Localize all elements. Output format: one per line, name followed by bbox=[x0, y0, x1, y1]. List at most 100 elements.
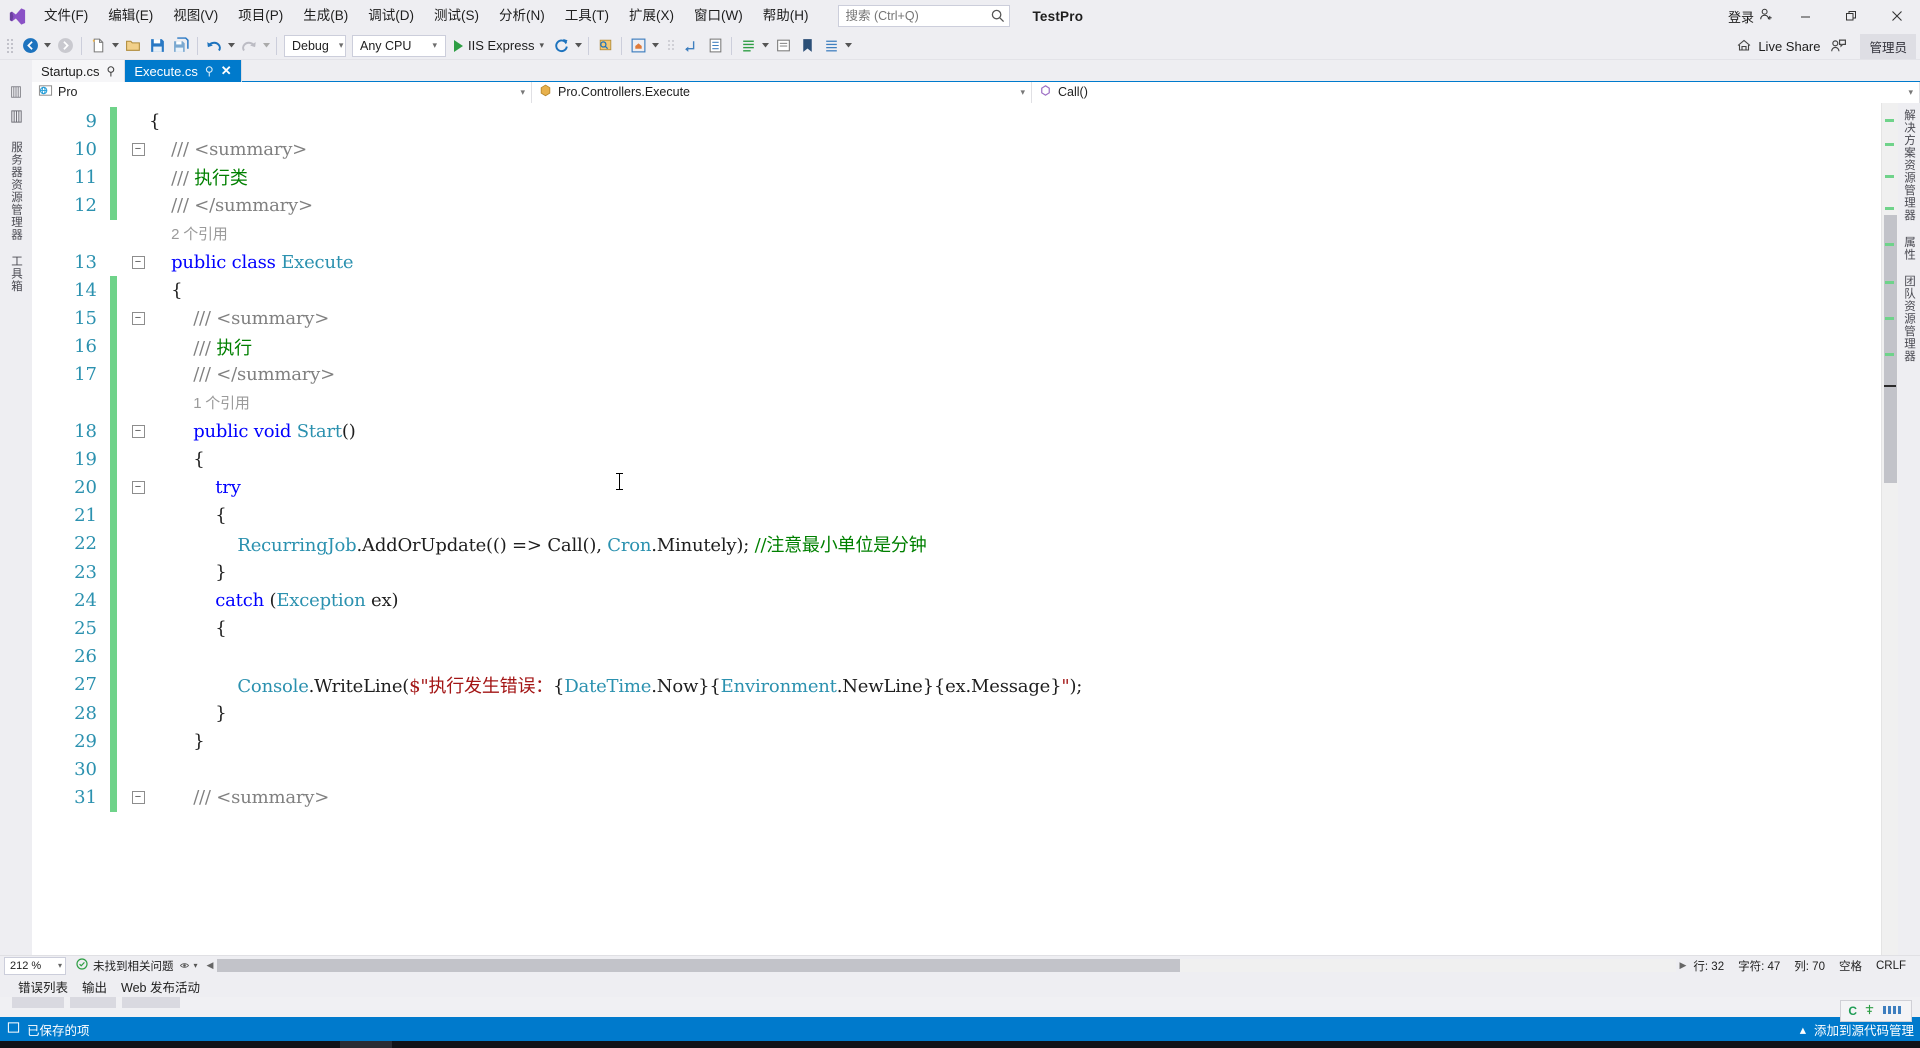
editor-horizontal-scrollbar[interactable] bbox=[216, 959, 1677, 972]
save-all-icon[interactable] bbox=[169, 34, 193, 58]
code-text[interactable]: } bbox=[149, 731, 1881, 752]
code-text[interactable]: public class Execute bbox=[149, 252, 1881, 273]
code-text[interactable]: /// </summary> bbox=[149, 195, 1881, 216]
code-line[interactable]: 29 } bbox=[32, 727, 1881, 756]
code-line[interactable]: 28 } bbox=[32, 698, 1881, 728]
code-line[interactable]: 25 { bbox=[32, 614, 1881, 643]
navigate-back-icon[interactable] bbox=[18, 34, 42, 58]
menu-build[interactable]: 生成(B) bbox=[293, 0, 358, 32]
scrollbar-thumb[interactable] bbox=[216, 959, 1181, 972]
code-line[interactable]: 18 − public void Start() bbox=[32, 417, 1881, 446]
code-text[interactable]: 2 个引用 bbox=[149, 223, 1881, 244]
collapse-icon[interactable]: − bbox=[131, 142, 145, 156]
code-text[interactable]: catch (Exception ex) bbox=[149, 590, 1881, 611]
code-line[interactable]: 16 /// 执行 bbox=[32, 332, 1881, 361]
code-text[interactable]: /// <summary> bbox=[149, 308, 1881, 329]
solution-configuration-dropdown[interactable]: Debug ▾ bbox=[284, 34, 346, 57]
code-line[interactable]: 13 − public class Execute bbox=[32, 248, 1881, 276]
menu-tools[interactable]: 工具(T) bbox=[555, 0, 619, 32]
bookmark-icon[interactable] bbox=[795, 34, 819, 58]
menu-test[interactable]: 测试(S) bbox=[424, 0, 489, 32]
home-icon[interactable] bbox=[626, 34, 650, 58]
code-text[interactable] bbox=[149, 759, 1881, 780]
code-text[interactable]: /// </summary> bbox=[149, 364, 1881, 385]
task-list-caret-icon[interactable] bbox=[760, 34, 771, 58]
code-line[interactable]: 23 } bbox=[32, 558, 1881, 587]
solution-explorer-icon[interactable] bbox=[771, 34, 795, 58]
live-share-button[interactable]: Live Share bbox=[1730, 37, 1826, 56]
code-text[interactable]: Console.WriteLine($"执行发生错误：{DateTime.Now… bbox=[149, 672, 1881, 698]
code-line[interactable]: 31 − /// <summary> bbox=[32, 783, 1881, 812]
code-line[interactable]: 27 Console.WriteLine($"执行发生错误：{DateTime.… bbox=[32, 670, 1881, 699]
new-file-icon[interactable] bbox=[86, 34, 110, 58]
menu-window[interactable]: 窗口(W) bbox=[684, 0, 753, 32]
code-text[interactable]: } bbox=[149, 703, 1881, 724]
toolbar-grip[interactable] bbox=[665, 36, 677, 56]
code-line[interactable]: 2 个引用 bbox=[32, 220, 1881, 248]
sign-in-button[interactable]: 登录 bbox=[1720, 7, 1782, 26]
server-explorer-tab-icon[interactable] bbox=[9, 109, 24, 127]
pin-icon[interactable]: ⚲ bbox=[107, 64, 116, 78]
window-restore-button[interactable] bbox=[1828, 0, 1874, 32]
menu-edit[interactable]: 编辑(E) bbox=[98, 0, 163, 32]
menu-file[interactable]: 文件(F) bbox=[34, 0, 98, 32]
status-bar-right[interactable]: ▴ 添加到源代码管理 bbox=[1800, 1020, 1920, 1039]
code-text[interactable]: try bbox=[149, 477, 1881, 498]
code-text[interactable]: /// 执行 bbox=[149, 334, 1881, 360]
toolbox-icon[interactable] bbox=[819, 34, 843, 58]
code-text[interactable]: RecurringJob.AddOrUpdate(() => Call(), C… bbox=[149, 531, 1881, 557]
ime-chinese-icon[interactable]: C bbox=[1848, 1004, 1857, 1018]
open-folder-icon[interactable] bbox=[121, 34, 145, 58]
code-text[interactable]: { bbox=[149, 449, 1881, 470]
navbar-project-dropdown[interactable]: Pro ▾ bbox=[32, 81, 532, 103]
ime-language-icon[interactable] bbox=[1863, 1003, 1876, 1019]
hot-reload-caret-icon[interactable] bbox=[573, 34, 584, 58]
code-line[interactable]: 24 catch (Exception ex) bbox=[32, 586, 1881, 615]
scope-selector-icon[interactable]: ▾ bbox=[178, 959, 198, 972]
code-line[interactable]: 20 − try bbox=[32, 473, 1881, 502]
scrollbar-thumb[interactable] bbox=[1884, 215, 1897, 483]
code-text[interactable]: { bbox=[149, 111, 1881, 132]
scroll-right-button[interactable]: ▶ bbox=[1676, 960, 1689, 971]
outlining-margin[interactable]: − bbox=[127, 424, 149, 438]
search-input[interactable] bbox=[838, 5, 1011, 27]
undo-caret-icon[interactable] bbox=[226, 34, 237, 58]
navbar-type-dropdown[interactable]: Pro.Controllers.Execute ▾ bbox=[532, 81, 1032, 103]
team-explorer-tab-label[interactable]: 团队资源管理器 bbox=[1901, 275, 1917, 363]
code-line[interactable]: 12 /// </summary> bbox=[32, 191, 1881, 220]
new-file-caret-icon[interactable] bbox=[110, 34, 121, 58]
properties-window-icon[interactable] bbox=[703, 34, 727, 58]
task-list-icon[interactable] bbox=[736, 34, 760, 58]
toolbar-grip[interactable] bbox=[4, 36, 16, 56]
code-text[interactable]: { bbox=[149, 505, 1881, 526]
outlining-margin[interactable]: − bbox=[127, 791, 149, 805]
code-line[interactable]: 10 − /// <summary> bbox=[32, 135, 1881, 164]
issue-status[interactable]: 未找到相关问题 bbox=[70, 958, 174, 974]
code-text[interactable]: 1 个引用 bbox=[149, 392, 1881, 413]
menu-debug[interactable]: 调试(D) bbox=[358, 0, 424, 32]
code-line[interactable]: 1 个引用 bbox=[32, 388, 1881, 418]
menu-view[interactable]: 视图(V) bbox=[163, 0, 228, 32]
panel-tab-error-list[interactable]: 错误列表 bbox=[12, 975, 74, 998]
search-icon[interactable] bbox=[990, 8, 1006, 24]
pin-layout-icon[interactable] bbox=[679, 34, 703, 58]
outlining-margin[interactable]: − bbox=[127, 142, 149, 156]
code-text[interactable]: } bbox=[149, 562, 1881, 583]
solution-platform-dropdown[interactable]: Any CPU ▾ bbox=[352, 34, 446, 57]
code-text[interactable] bbox=[149, 646, 1881, 667]
code-line[interactable]: 26 bbox=[32, 642, 1881, 671]
code-line[interactable]: 30 bbox=[32, 755, 1881, 784]
toolbox-caret-icon[interactable] bbox=[843, 34, 854, 58]
outlining-margin[interactable]: − bbox=[127, 311, 149, 325]
taskbar-item[interactable] bbox=[392, 1041, 444, 1048]
code-line[interactable]: 11 /// 执行类 bbox=[32, 163, 1881, 192]
editor-vertical-scrollbar[interactable] bbox=[1881, 103, 1898, 955]
hot-reload-icon[interactable] bbox=[549, 34, 573, 58]
navigate-back-caret-icon[interactable] bbox=[42, 34, 53, 58]
outlining-margin[interactable]: − bbox=[127, 481, 149, 495]
close-icon[interactable]: ✕ bbox=[221, 63, 232, 79]
start-debugging-button[interactable]: IIS Express ▾ bbox=[449, 34, 549, 58]
collapse-icon[interactable]: − bbox=[131, 424, 145, 438]
pin-icon[interactable]: ⚲ bbox=[205, 64, 214, 78]
navbar-member-dropdown[interactable]: Call() ▾ bbox=[1032, 81, 1920, 103]
